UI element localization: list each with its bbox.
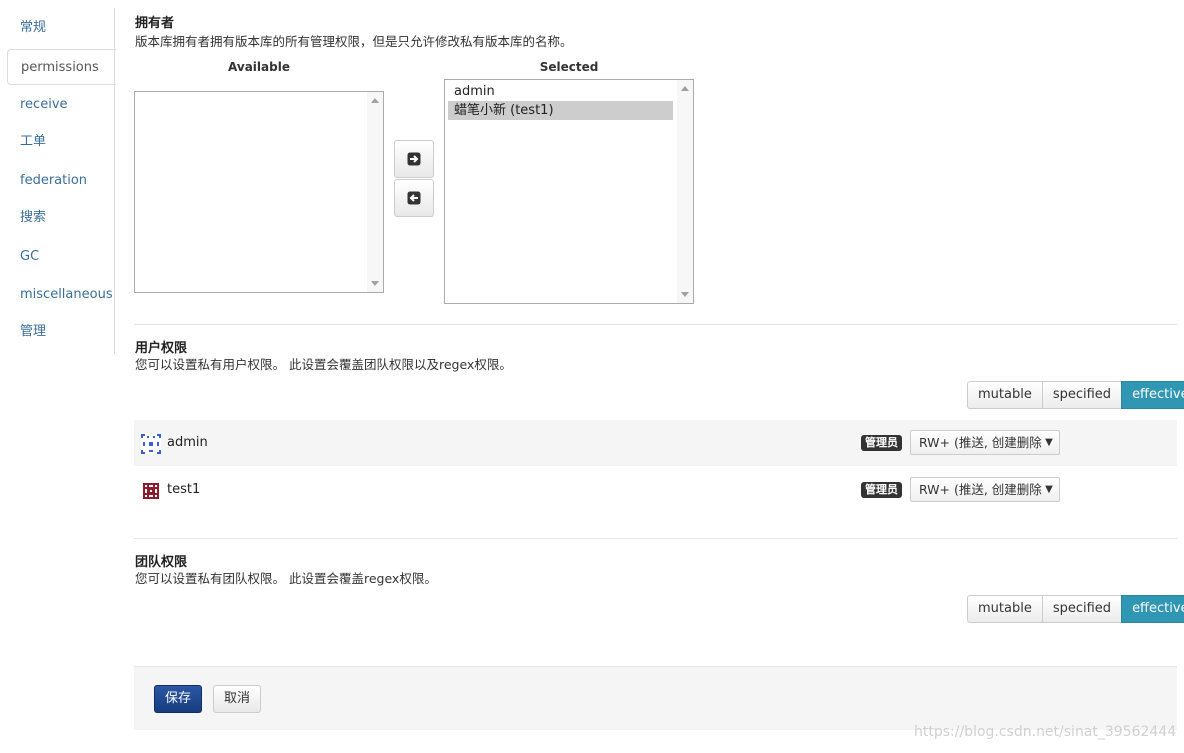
avatar	[141, 481, 161, 501]
divider	[134, 538, 1177, 539]
list-item[interactable]: 蜡笔小新 (test1)	[448, 101, 673, 120]
arrow-right-icon	[407, 152, 421, 166]
admin-badge: 管理员	[861, 482, 902, 498]
chevron-down-icon: ▼	[1043, 431, 1055, 454]
sidebar-item-tickets[interactable]: 工单	[7, 124, 113, 160]
mutable-button[interactable]: mutable	[967, 381, 1042, 409]
specified-button[interactable]: specified	[1041, 381, 1122, 409]
effective-button[interactable]: effective	[1121, 381, 1184, 409]
selected-scrollbar[interactable]	[677, 80, 693, 303]
permission-value: RW+ (推送, 创建删除	[919, 435, 1042, 450]
avatar	[141, 434, 161, 454]
sidebar-item-federation[interactable]: federation	[7, 163, 113, 199]
mutable-button[interactable]: mutable	[967, 595, 1042, 623]
permission-value: RW+ (推送, 创建删除	[919, 482, 1042, 497]
sidebar-item-gc[interactable]: GC	[7, 239, 113, 275]
list-item[interactable]: admin	[448, 82, 673, 101]
user-permissions-view-toggle: mutable specified effective	[967, 381, 1184, 409]
selected-label: Selected	[539, 60, 599, 74]
user-name: test1	[167, 482, 201, 497]
specified-button[interactable]: specified	[1041, 595, 1122, 623]
move-left-button[interactable]	[394, 179, 434, 217]
form-actions: 保存 取消	[134, 666, 1177, 730]
team-permissions-view-toggle: mutable specified effective	[967, 595, 1184, 623]
owner-description: 版本库拥有者拥有版本库的所有管理权限，但是只允许修改私有版本库的名称。	[135, 34, 573, 49]
move-right-button[interactable]	[394, 140, 434, 178]
divider	[134, 324, 1177, 325]
sidebar-item-receive[interactable]: receive	[7, 87, 113, 123]
sidebar-item-admin[interactable]: 管理	[7, 314, 113, 350]
sidebar-item-search[interactable]: 搜索	[7, 200, 113, 236]
user-permissions-description: 您可以设置私有用户权限。 此设置会覆盖团队权限以及regex权限。	[135, 357, 512, 372]
sidebar-divider	[114, 8, 115, 354]
sidebar-item-permissions[interactable]: permissions	[7, 49, 116, 85]
arrow-left-icon	[407, 191, 421, 205]
chevron-down-icon: ▼	[1043, 478, 1055, 501]
permission-select[interactable]: RW+ (推送, 创建删除 ▼	[910, 477, 1060, 502]
sidebar-item-general[interactable]: 常规	[7, 10, 113, 46]
effective-button[interactable]: effective	[1121, 595, 1184, 623]
team-permissions-description: 您可以设置私有团队权限。 此设置会覆盖regex权限。	[135, 571, 437, 586]
permission-select[interactable]: RW+ (推送, 创建删除 ▼	[910, 430, 1060, 455]
user-name: admin	[167, 435, 208, 450]
save-button[interactable]: 保存	[154, 685, 202, 713]
watermark: https://blog.csdn.net/sinat_39562444	[914, 724, 1177, 740]
admin-badge: 管理员	[861, 435, 902, 451]
selected-listbox[interactable]: admin 蜡笔小新 (test1)	[444, 79, 694, 304]
table-row: test1 管理员 RW+ (推送, 创建删除 ▼	[134, 467, 1177, 513]
sidebar-item-miscellaneous[interactable]: miscellaneous	[7, 277, 113, 313]
available-label: Available	[228, 60, 290, 74]
available-listbox[interactable]	[134, 91, 384, 293]
available-scrollbar[interactable]	[367, 92, 383, 292]
cancel-button[interactable]: 取消	[213, 685, 261, 713]
owner-title: 拥有者	[135, 16, 175, 31]
table-row: admin 管理员 RW+ (推送, 创建删除 ▼	[134, 420, 1177, 466]
